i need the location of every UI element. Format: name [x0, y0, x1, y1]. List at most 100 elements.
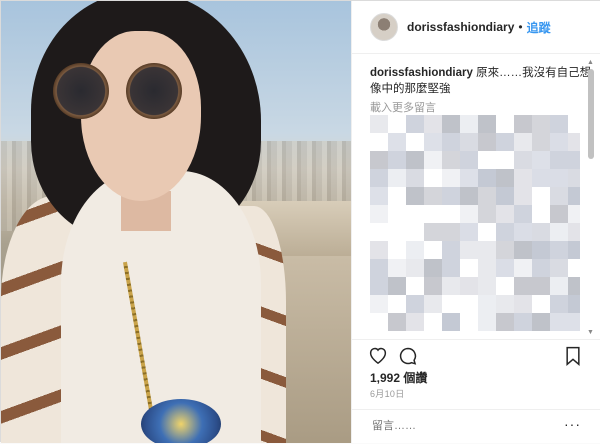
- header-username[interactable]: dorissfashiondiary: [407, 20, 514, 34]
- pixelated-block: [424, 115, 442, 133]
- pixelated-block: [496, 241, 514, 259]
- pixelated-block: [532, 223, 550, 241]
- pixelated-block: [568, 295, 580, 313]
- more-options-button[interactable]: ···: [564, 416, 581, 432]
- caption-username[interactable]: dorissfashiondiary: [370, 67, 473, 79]
- pixelated-block: [532, 277, 550, 295]
- pixelated-block: [370, 277, 388, 295]
- pixelated-block: [442, 241, 460, 259]
- pixelated-block: [550, 241, 568, 259]
- pixelated-block: [532, 151, 550, 169]
- pixelated-block: [388, 151, 406, 169]
- pixelated-block: [460, 169, 478, 187]
- comment-icon[interactable]: [398, 346, 418, 371]
- post-sidebar: dorissfashiondiary • 追蹤 dorissfashiondia…: [351, 1, 600, 443]
- pixelated-block: [568, 313, 580, 331]
- pixelated-block: [568, 277, 580, 295]
- pixelated-block: [442, 133, 460, 151]
- pixelated-block: [514, 187, 532, 205]
- pixelated-block: [478, 187, 496, 205]
- pixelated-block: [550, 115, 568, 133]
- scroll-up-arrow-icon[interactable]: ▲: [587, 59, 594, 66]
- pixelated-block: [460, 205, 478, 223]
- pixelated-block: [478, 259, 496, 277]
- pixelated-block: [568, 205, 580, 223]
- pixelated-block: [514, 277, 532, 295]
- post-photo[interactable]: [1, 1, 351, 443]
- pixelated-block: [370, 151, 388, 169]
- pixelated-block: [568, 187, 580, 205]
- pixelated-block: [568, 151, 580, 169]
- avatar[interactable]: [370, 13, 398, 41]
- pixelated-block: [370, 259, 388, 277]
- likes-count[interactable]: 1,992 個讚: [370, 369, 427, 386]
- pixelated-block: [478, 277, 496, 295]
- header-separator: •: [518, 20, 523, 34]
- sunglasses-left-lens: [53, 63, 109, 119]
- pixelated-block: [532, 259, 550, 277]
- pixelated-block: [478, 205, 496, 223]
- pixelated-block: [388, 313, 406, 331]
- pixelated-block: [460, 277, 478, 295]
- pixelated-block: [496, 133, 514, 151]
- pixelated-block: [550, 205, 568, 223]
- pixelated-block: [478, 133, 496, 151]
- heart-icon[interactable]: [368, 346, 388, 369]
- pixelated-block: [424, 223, 442, 241]
- pixelated-block: [550, 223, 568, 241]
- pixelated-block: [550, 187, 568, 205]
- pixelated-block: [460, 151, 478, 169]
- pixelated-block: [442, 313, 460, 331]
- pixelated-block: [370, 115, 388, 133]
- pixelated-block: [478, 115, 496, 133]
- pixelated-block: [370, 169, 388, 187]
- pixelated-block: [460, 115, 478, 133]
- pixelated-block: [442, 187, 460, 205]
- pixelated-block: [406, 115, 424, 133]
- post-caption: dorissfashiondiary 原來……我沒有自己想像中的那麼堅強: [370, 65, 592, 97]
- pixelated-block: [442, 277, 460, 295]
- pixelated-block: [460, 241, 478, 259]
- pixelated-block: [514, 223, 532, 241]
- pixelated-block: [550, 313, 568, 331]
- pixelated-block: [424, 133, 442, 151]
- pixelated-block: [514, 169, 532, 187]
- pixelated-block: [496, 259, 514, 277]
- action-bar: [352, 339, 600, 370]
- pixelated-block: [388, 133, 406, 151]
- pixelated-block: [496, 295, 514, 313]
- pixelated-block: [514, 313, 532, 331]
- pixelated-block: [514, 133, 532, 151]
- pixelated-block: [568, 223, 580, 241]
- pixelated-block: [550, 295, 568, 313]
- pixelated-block: [424, 259, 442, 277]
- pixelated-block: [460, 133, 478, 151]
- pixelated-block: [406, 295, 424, 313]
- pixelated-block: [442, 169, 460, 187]
- scrollbar-thumb[interactable]: [588, 69, 594, 159]
- pixelated-block: [406, 169, 424, 187]
- pixelated-block: [388, 169, 406, 187]
- pixelated-block: [532, 133, 550, 151]
- follow-button[interactable]: 追蹤: [527, 19, 551, 36]
- pixelated-block: [442, 223, 460, 241]
- comments-scrollbar[interactable]: ▲ ▼: [585, 59, 595, 339]
- comment-input[interactable]: [370, 419, 564, 433]
- pixelated-block: [478, 169, 496, 187]
- pixelated-block: [406, 241, 424, 259]
- pixelated-block: [406, 151, 424, 169]
- pixelated-block: [532, 115, 550, 133]
- pixelated-block: [496, 205, 514, 223]
- pixelated-block: [478, 295, 496, 313]
- pixelated-block: [496, 187, 514, 205]
- pixelated-block: [514, 151, 532, 169]
- pixelated-block: [370, 295, 388, 313]
- pixelated-block: [496, 313, 514, 331]
- scroll-down-arrow-icon[interactable]: ▼: [587, 329, 594, 336]
- pixelated-block: [550, 133, 568, 151]
- pixelated-block: [388, 259, 406, 277]
- bookmark-icon[interactable]: [564, 346, 582, 371]
- pixelated-block: [568, 241, 580, 259]
- pixelated-block: [406, 187, 424, 205]
- pixelated-block: [514, 259, 532, 277]
